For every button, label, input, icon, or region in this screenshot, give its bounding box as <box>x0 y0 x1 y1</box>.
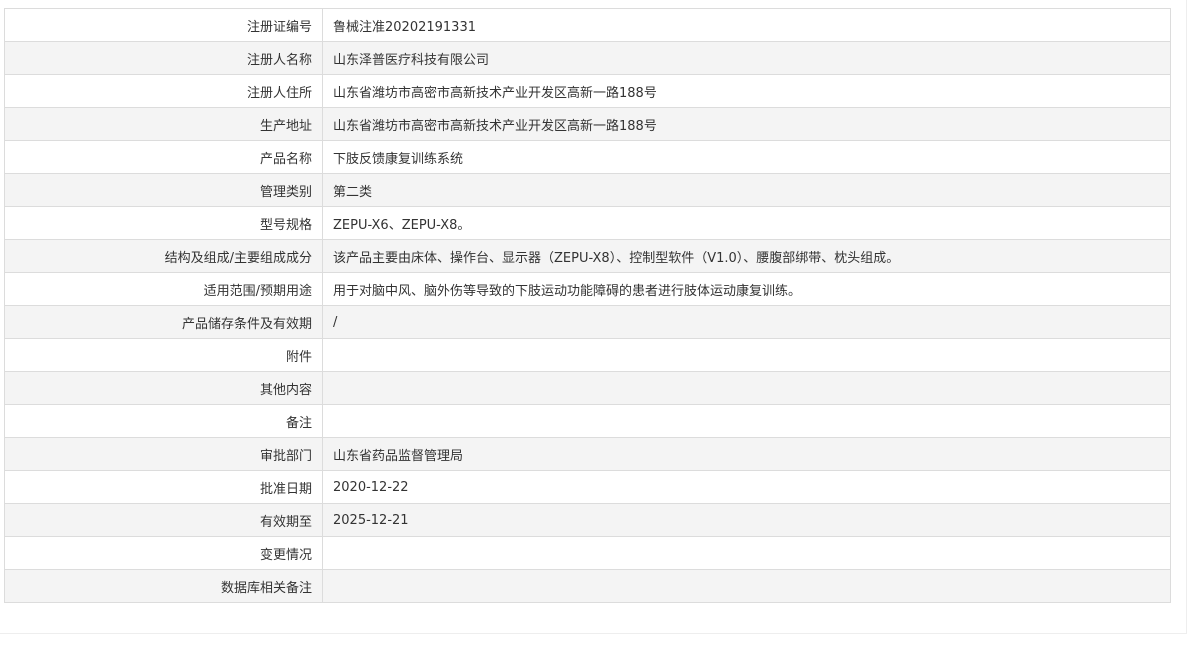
field-value-valid-until: 2025-12-21 <box>322 503 1171 537</box>
registration-detail-panel: 注册证编号 鲁械注准20202191331 注册人名称 山东泽普医疗科技有限公司… <box>0 0 1187 634</box>
field-label-registration-number: 注册证编号 <box>4 8 323 42</box>
field-label-database-notes: 数据库相关备注 <box>4 569 323 603</box>
field-value-registration-number: 鲁械注准20202191331 <box>322 8 1171 42</box>
table-row: 管理类别 第二类 <box>4 173 1171 207</box>
field-label-approval-date: 批准日期 <box>4 470 323 504</box>
field-label-other-content: 其他内容 <box>4 371 323 405</box>
field-label-structure-composition: 结构及组成/主要组成成分 <box>4 239 323 273</box>
table-row: 产品名称 下肢反馈康复训练系统 <box>4 140 1171 174</box>
field-value-model-spec: ZEPU-X6、ZEPU-X8。 <box>322 206 1171 240</box>
field-label-registrant-address: 注册人住所 <box>4 74 323 108</box>
field-value-remarks <box>322 404 1171 438</box>
table-row: 适用范围/预期用途 用于对脑中风、脑外伤等导致的下肢运动功能障碍的患者进行肢体运… <box>4 272 1171 306</box>
field-label-registrant-name: 注册人名称 <box>4 41 323 75</box>
field-value-structure-composition: 该产品主要由床体、操作台、显示器（ZEPU-X8）、控制型软件（V1.0）、腰腹… <box>322 239 1171 273</box>
table-row: 注册证编号 鲁械注准20202191331 <box>4 8 1171 42</box>
field-value-registrant-address: 山东省潍坊市高密市高新技术产业开发区高新一路188号 <box>322 74 1171 108</box>
table-row: 生产地址 山东省潍坊市高密市高新技术产业开发区高新一路188号 <box>4 107 1171 141</box>
table-row: 注册人住所 山东省潍坊市高密市高新技术产业开发区高新一路188号 <box>4 74 1171 108</box>
field-label-model-spec: 型号规格 <box>4 206 323 240</box>
registration-info-table: 注册证编号 鲁械注准20202191331 注册人名称 山东泽普医疗科技有限公司… <box>4 8 1171 603</box>
field-value-change-history <box>322 536 1171 570</box>
field-label-intended-use: 适用范围/预期用途 <box>4 272 323 306</box>
field-label-attachments: 附件 <box>4 338 323 372</box>
table-row: 其他内容 <box>4 371 1171 405</box>
table-row: 结构及组成/主要组成成分 该产品主要由床体、操作台、显示器（ZEPU-X8）、控… <box>4 239 1171 273</box>
field-value-attachments <box>322 338 1171 372</box>
field-label-remarks: 备注 <box>4 404 323 438</box>
table-row: 注册人名称 山东泽普医疗科技有限公司 <box>4 41 1171 75</box>
field-value-storage-validity: / <box>322 305 1171 339</box>
table-row: 型号规格 ZEPU-X6、ZEPU-X8。 <box>4 206 1171 240</box>
field-value-registrant-name: 山东泽普医疗科技有限公司 <box>322 41 1171 75</box>
table-row: 有效期至 2025-12-21 <box>4 503 1171 537</box>
table-row: 批准日期 2020-12-22 <box>4 470 1171 504</box>
field-label-production-address: 生产地址 <box>4 107 323 141</box>
field-value-other-content <box>322 371 1171 405</box>
table-row: 备注 <box>4 404 1171 438</box>
field-value-database-notes <box>322 569 1171 603</box>
field-label-management-category: 管理类别 <box>4 173 323 207</box>
table-row: 附件 <box>4 338 1171 372</box>
table-row: 产品储存条件及有效期 / <box>4 305 1171 339</box>
field-label-product-name: 产品名称 <box>4 140 323 174</box>
field-value-approval-date: 2020-12-22 <box>322 470 1171 504</box>
table-row: 审批部门 山东省药品监督管理局 <box>4 437 1171 471</box>
field-value-product-name: 下肢反馈康复训练系统 <box>322 140 1171 174</box>
field-value-management-category: 第二类 <box>322 173 1171 207</box>
field-label-change-history: 变更情况 <box>4 536 323 570</box>
field-label-approval-department: 审批部门 <box>4 437 323 471</box>
field-value-intended-use: 用于对脑中风、脑外伤等导致的下肢运动功能障碍的患者进行肢体运动康复训练。 <box>322 272 1171 306</box>
field-value-approval-department: 山东省药品监督管理局 <box>322 437 1171 471</box>
field-label-valid-until: 有效期至 <box>4 503 323 537</box>
field-label-storage-validity: 产品储存条件及有效期 <box>4 305 323 339</box>
table-row: 变更情况 <box>4 536 1171 570</box>
table-row: 数据库相关备注 <box>4 569 1171 603</box>
field-value-production-address: 山东省潍坊市高密市高新技术产业开发区高新一路188号 <box>322 107 1171 141</box>
